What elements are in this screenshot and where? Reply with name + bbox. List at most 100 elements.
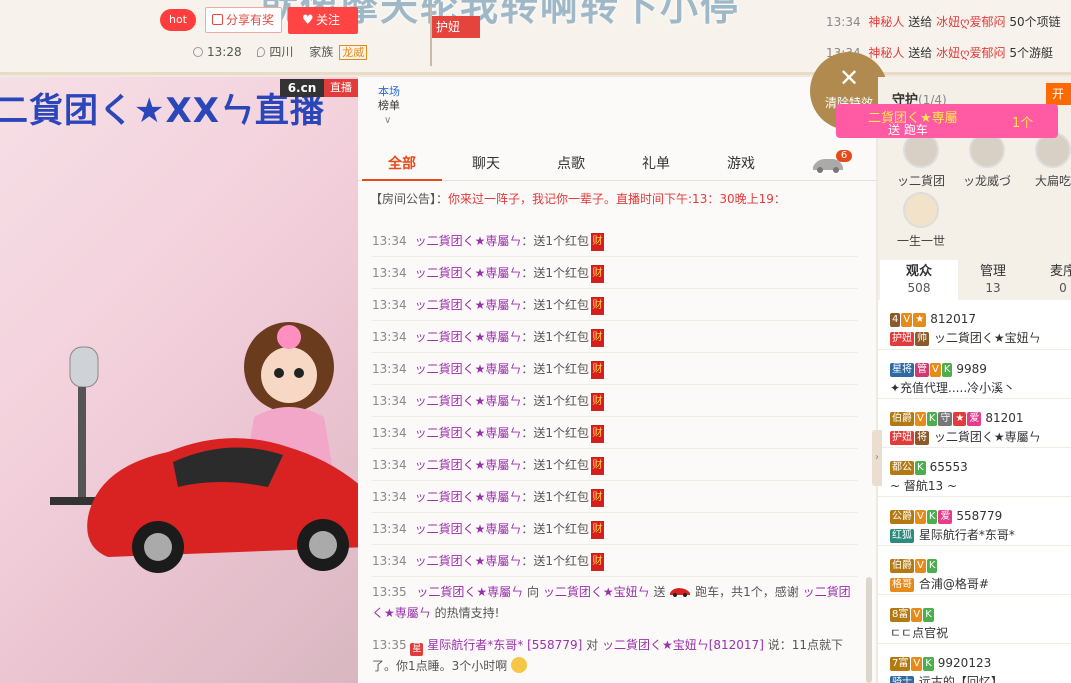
level-badge: 7富 — [890, 656, 911, 671]
guard-mark-badge: 守 — [938, 411, 953, 426]
smile-emoji-icon — [511, 657, 528, 673]
banner-quantity: 1个 — [1012, 116, 1034, 131]
gift-sender[interactable]: 神秘人 — [868, 15, 904, 29]
love-badge: 爱 — [967, 411, 982, 426]
tab-chat[interactable]: 聊天 — [446, 147, 526, 181]
list-item[interactable]: 星将管 V K 9989 ✦充值代理.....冷小溪丶 — [878, 350, 1071, 399]
hot-badge[interactable]: hot — [160, 9, 196, 31]
chat-message: 13:34 ッ二貨团く★専屬ㄣ：送1个红包财 — [372, 513, 858, 545]
message-user[interactable]: ッ二貨团く★専屬ㄣ — [415, 266, 522, 280]
message-target-id: [812017] — [708, 638, 764, 652]
list-item[interactable]: 伯爵 V K 格哥 合浦@格哥# — [878, 546, 1071, 595]
message-content: 送1个红包 — [533, 266, 590, 280]
gift-receiver[interactable]: 冰妞ღ爱郁闷 — [936, 15, 1005, 29]
tab-audience[interactable]: 观众 508 — [880, 260, 958, 300]
message-time: 13:34 — [372, 458, 407, 472]
guard-member[interactable]: 大扁吃 — [1022, 132, 1071, 189]
close-icon: ✕ — [838, 64, 860, 92]
level-badge: 伯爵 — [890, 558, 914, 573]
vip-badge: V — [911, 656, 923, 671]
k-badge: K — [941, 362, 953, 377]
list-item[interactable]: 都公 K 65553 ~ 督航13 ~ — [878, 448, 1071, 497]
star-badge: 星 — [410, 643, 424, 656]
follow-button[interactable]: ♥ 关注 — [288, 7, 358, 34]
k-badge: K — [923, 607, 934, 622]
tab-all[interactable]: 全部 — [362, 147, 442, 181]
family-tag[interactable]: 龙威 — [339, 45, 368, 60]
title-badge: 将 — [915, 430, 929, 445]
tab-gifts[interactable]: 礼单 — [616, 147, 696, 181]
gift-receiver[interactable]: 冰妞ღ爱郁闷 — [936, 46, 1005, 60]
message-user[interactable]: 星际航行者*东哥* — [427, 638, 523, 652]
tab-songs[interactable]: 点歌 — [531, 147, 611, 181]
tab-count: 13 — [985, 281, 1001, 295]
guard-member[interactable]: 一生一世 — [890, 192, 952, 249]
message-time: 13:34 — [372, 426, 407, 440]
collapse-panel-toggle[interactable]: › — [872, 430, 882, 486]
guard-member[interactable]: ッ龙威づ — [956, 132, 1018, 189]
tab-mic-queue[interactable]: 麦序 0 — [1024, 260, 1071, 300]
list-item[interactable]: 8富 V K ㄷㄷ点官祝 — [878, 595, 1071, 644]
message-user[interactable]: ッ二貨团く★専屬ㄣ — [415, 522, 522, 536]
message-list: 13:34 ッ二貨团く★専屬ㄣ：送1个红包财 13:34 ッ二貨团く★専屬ㄣ：送1个… — [372, 225, 858, 577]
chat-scrollbar[interactable] — [866, 577, 872, 683]
family-label: 家族 — [309, 45, 334, 59]
car-count-badge: 6 — [836, 150, 852, 162]
message-user[interactable]: ッ二貨团く★専屬ㄣ — [415, 426, 522, 440]
level-badge: 8富 — [890, 607, 911, 622]
red-envelope-icon: 财 — [591, 456, 605, 475]
video-player[interactable]: 二貨团く★XXㄣ直播 6.cn 直播 — [0, 77, 358, 683]
guard-flag: 护妞 — [428, 6, 480, 66]
chat-message: 13:34 ッ二貨团く★専屬ㄣ：送1个红包财 — [372, 321, 858, 353]
speech-message: 13:35 星 星际航行者*东哥* [558779] 对 ッ二貨团く★宝妞ㄣ[8… — [372, 635, 858, 677]
tab-count: 508 — [907, 281, 931, 295]
user-name: 星际航行者*东哥* — [918, 528, 1015, 542]
k-badge: K — [915, 460, 926, 475]
user-id: 9920123 — [937, 656, 992, 670]
message-user[interactable]: ッ二貨团く★専屬ㄣ — [415, 298, 522, 312]
message-user[interactable]: ッ二貨团く★専屬ㄣ — [415, 234, 522, 248]
tab-games[interactable]: 游戏 — [701, 147, 781, 181]
message-time: 13:34 — [372, 266, 407, 280]
user-name: ~ 督航13 ~ — [890, 479, 958, 493]
message-content: 送1个红包 — [533, 330, 590, 344]
message-content: 送1个红包 — [533, 234, 590, 248]
message-time: 13:34 — [372, 394, 407, 408]
message-user[interactable]: ッ二貨团く★専屬ㄣ — [415, 362, 522, 376]
message-user[interactable]: ッ二貨团く★専屬ㄣ — [415, 554, 522, 568]
message-user[interactable]: ッ二貨团く★専屬ㄣ — [415, 330, 522, 344]
video-overlay-title: 二貨团く★XXㄣ直播 — [0, 91, 325, 131]
guard-flag-label: 护妞 — [432, 16, 480, 38]
level-badge: 4 — [890, 312, 901, 327]
rank-button[interactable]: 本场 榜单 ∨ — [378, 85, 404, 128]
guard-member-name: ッ龙威づ — [962, 174, 1011, 188]
message-user[interactable]: ッ二貨团く★専屬ㄣ — [415, 490, 522, 504]
sports-car-graphic — [87, 438, 358, 573]
red-envelope-icon: 财 — [591, 488, 605, 507]
message-user[interactable]: ッ二貨团く★専屬ㄣ — [415, 394, 522, 408]
follow-label: 关注 — [316, 13, 341, 27]
message-target[interactable]: ッ二貨团く★宝妞ㄣ — [602, 638, 709, 652]
red-envelope-icon: 财 — [591, 424, 605, 443]
message-target[interactable]: ッ二貨团く★宝妞ㄣ — [543, 585, 650, 599]
list-item[interactable]: 伯爵 V K 守 ★ 爱 81201 护妞将 ッ二貨团く★専屬ㄣ — [878, 399, 1071, 448]
open-guard-button[interactable]: 开 — [1046, 83, 1071, 105]
love-badge: 爱 — [938, 509, 953, 524]
tab-admins[interactable]: 管理 13 — [954, 260, 1032, 300]
vip-badge: V — [901, 312, 913, 327]
gift-time: 13:34 — [826, 15, 861, 29]
gift-item: 5个游艇 — [1009, 46, 1054, 60]
message-content: 跑车，共1个，感谢 — [695, 585, 799, 599]
list-item[interactable]: 7富 V K 9920123 骑士 远古的【回忆】 — [878, 644, 1071, 683]
vip-badge: V — [915, 558, 926, 573]
message-user[interactable]: ッ二貨团く★専屬ㄣ — [415, 458, 522, 472]
sports-car-icon — [670, 588, 691, 597]
message-time: 13:35 — [372, 585, 407, 599]
guard-member[interactable]: ッ二貨团 — [890, 132, 952, 189]
share-button[interactable]: 分享有奖 — [205, 7, 282, 33]
message-user[interactable]: ッ二貨团く★専屬ㄣ — [416, 585, 523, 599]
list-item[interactable]: 公爵 V K 爱 558779 红狐 星际航行者*东哥* — [878, 497, 1071, 546]
list-item[interactable]: 4 V ★ 812017 护妞帅 ッ二貨团く★宝妞ㄣ — [878, 300, 1071, 350]
gift-message: 13:35 ッ二貨团く★専屬ㄣ 向 ッ二貨团く★宝妞ㄣ 送 跑车，共1个，感谢 … — [372, 582, 858, 624]
tab-label: 麦序 — [1049, 264, 1071, 279]
